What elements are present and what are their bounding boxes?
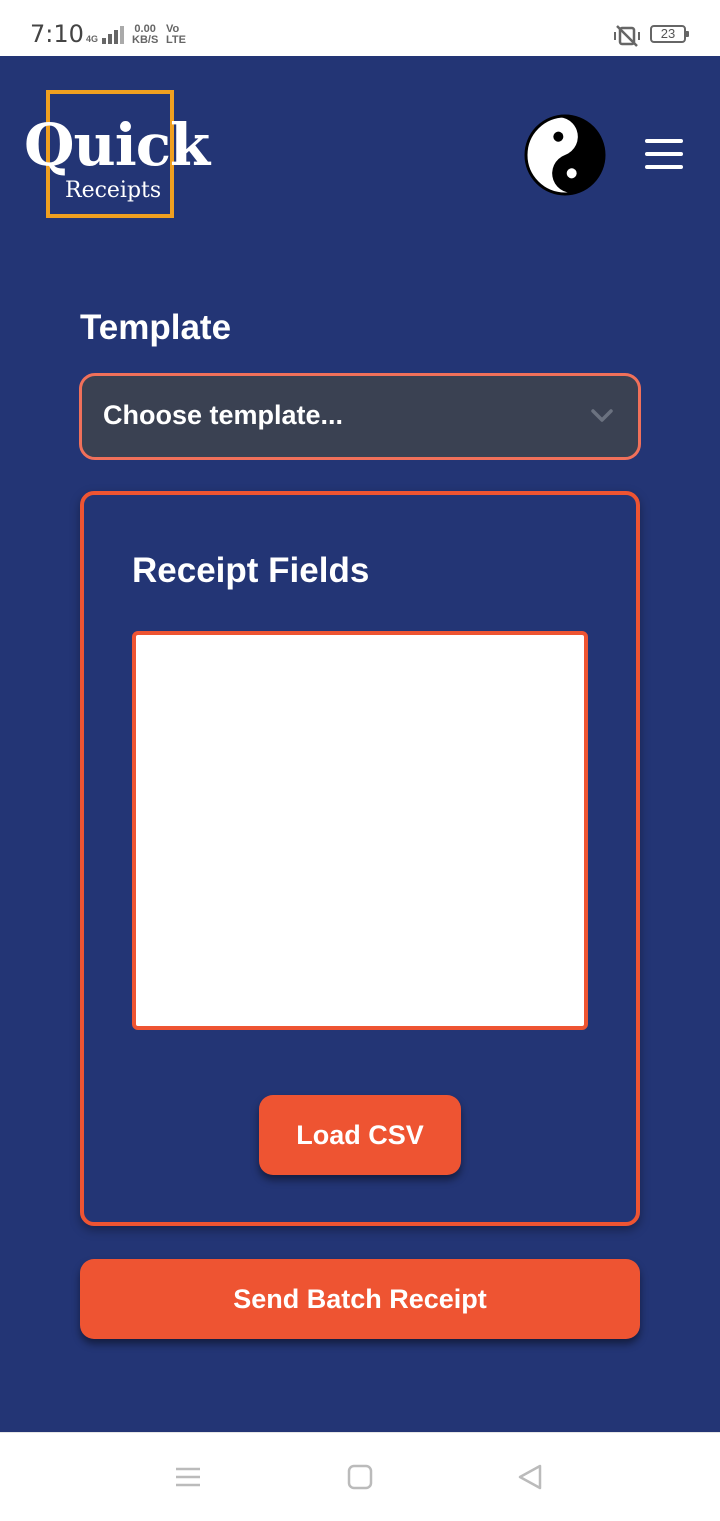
recents-icon[interactable] [174,1463,202,1491]
template-select-value: Choose template... [103,400,344,430]
send-batch-receipt-button[interactable]: Send Batch Receipt [80,1259,640,1339]
app-logo[interactable]: Quick Receipts [24,88,210,222]
hamburger-menu-icon[interactable] [645,139,683,171]
home-icon[interactable] [346,1463,374,1491]
battery-indicator: 23 [650,25,689,43]
logo-title: Quick [24,111,210,179]
navigation-bar [0,1432,720,1521]
volte-bottom: LTE [166,34,186,46]
receipt-fields-input[interactable] [132,631,588,1030]
volte-indicator: Vo LTE [166,24,186,46]
yin-yang-icon[interactable] [524,114,606,196]
receipt-fields-card: Receipt Fields Load CSV [80,491,640,1226]
menu-line [645,139,683,143]
signal-bars-icon [102,24,125,44]
network-speed: 0.00 KB/S [132,24,158,46]
chevron-down-icon [591,409,613,422]
status-bar: 7:10 4G 0.00 KB/S Vo LTE 23 [0,0,720,56]
receipt-fields-title: Receipt Fields [132,551,370,590]
load-csv-button[interactable]: Load CSV [259,1095,461,1175]
speed-unit: KB/S [132,34,159,46]
vibrate-mute-icon [614,25,640,47]
template-label: Template [80,308,232,347]
back-icon[interactable] [516,1463,544,1491]
network-type: 4G [86,34,99,44]
logo-subtitle: Receipts [65,178,162,203]
status-time: 7:10 [30,20,84,48]
signal-indicator: 4G [86,24,125,44]
menu-line [645,165,683,169]
template-select[interactable]: Choose template... [79,373,641,460]
menu-line [645,152,683,156]
